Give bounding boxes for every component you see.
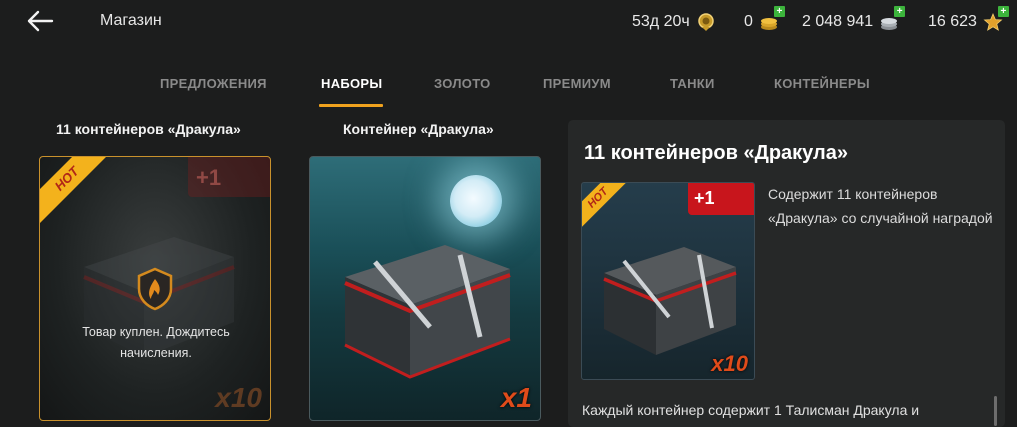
detail-product-image: HOT +1 x10 [581,182,755,380]
tab-offers[interactable]: ПРЕДЛОЖЕНИЯ [160,76,267,91]
credits-indicator[interactable]: 2 048 941 + [802,6,906,32]
add-credits-button[interactable]: + [894,6,906,17]
arrow-left-icon [27,10,54,32]
star-xp-icon: + [983,6,1009,32]
hot-ribbon: HOT [582,183,639,239]
bonus-badge: +1 [688,183,754,215]
back-button[interactable] [24,8,56,34]
tab-gold[interactable]: ЗОЛОТО [434,76,491,91]
quantity-label: x10 [215,382,262,413]
detail-description: Содержит 11 контейнеров «Дракула» со слу… [768,186,993,226]
silver-coins-icon: + [879,6,906,32]
free-xp-indicator[interactable]: 16 623 + [928,6,1009,32]
detail-body-text: Каждый контейнер содержит 1 Талисман Дра… [582,402,931,427]
product-card-single-container[interactable]: x1 [309,156,541,421]
detail-scrollbar[interactable] [994,396,997,426]
bonus-badge: +1 [188,157,270,197]
tab-tanks[interactable]: ТАНКИ [670,76,715,91]
credits-value: 2 048 941 [802,13,874,30]
top-bar: Магазин 53д 20ч 0 + 2 048 941 + 16 623 + [0,0,1017,44]
hot-ribbon: HOT [40,157,115,227]
page-title: Магазин [100,12,162,29]
product-title: Контейнер «Дракула» [343,121,494,137]
tab-premium[interactable]: ПРЕМИУМ [543,76,611,91]
purchased-shield-icon [137,267,173,311]
product-card-11-containers[interactable]: HOT +1 Товар куплен. Дождитесь начислени… [39,156,271,421]
bonus-text: +1 [196,165,222,190]
bonus-text: +1 [694,188,715,208]
product-title: 11 контейнеров «Дракула» [56,121,241,137]
shop-tabs: ПРЕДЛОЖЕНИЯ НАБОРЫ ЗОЛОТО ПРЕМИУМ ТАНКИ … [0,68,1017,110]
premium-badge-icon [696,12,716,32]
add-gold-button[interactable]: + [773,6,785,17]
gold-indicator[interactable]: 0 + [744,6,785,32]
gold-value: 0 [744,13,753,30]
purchase-status-text: Товар куплен. Дождитесь начисления. [82,325,230,360]
tab-containers[interactable]: КОНТЕЙНЕРЫ [774,76,870,91]
container-chest-image [603,247,737,355]
premium-time-indicator[interactable]: 53д 20ч [632,12,716,32]
tab-bundles[interactable]: НАБОРЫ [321,76,382,91]
detail-title: 11 контейнеров «Дракула» [584,142,848,164]
product-detail-panel: 11 контейнеров «Дракула» HOT +1 x10 Соде… [568,120,1005,427]
gold-coins-icon: + [759,6,785,32]
moon-illustration [450,175,502,227]
premium-time-value: 53д 20ч [632,13,690,30]
free-xp-value: 16 623 [928,13,977,30]
add-xp-button[interactable]: + [997,6,1009,17]
quantity-label: x10 [711,351,748,376]
active-tab-indicator [319,104,383,107]
container-chest-image [344,245,511,379]
quantity-label: x1 [500,382,532,413]
